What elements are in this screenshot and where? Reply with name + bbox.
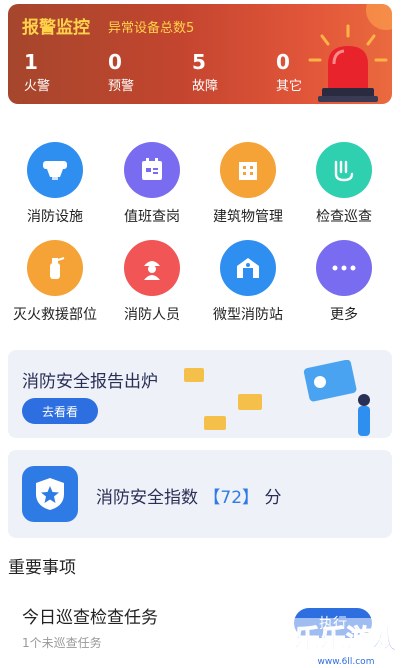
- abnormal-device-count: 异常设备总数5: [108, 21, 195, 36]
- stat-other[interactable]: 0 其它: [276, 51, 302, 94]
- grid-item-label: 微型消防站: [213, 307, 283, 323]
- fire-detector-icon: [27, 142, 83, 198]
- alarm-title: 报警监控: [22, 18, 90, 38]
- duty-calendar-icon: [124, 142, 180, 198]
- section-title-important: 重要事项: [8, 558, 76, 578]
- grid-item-mini-fire-station[interactable]: 微型消防站: [198, 240, 298, 324]
- grid-item-more[interactable]: 更多: [294, 240, 394, 324]
- grid-item-rescue-location[interactable]: 灭火救援部位: [5, 240, 105, 324]
- stat-fire-alarm[interactable]: 1 火警: [24, 51, 50, 94]
- index-prefix: 消防安全指数: [96, 488, 198, 508]
- task-subtitle: 1个未巡查任务: [22, 636, 102, 650]
- grid-item-fire-facilities[interactable]: 消防设施: [5, 142, 105, 226]
- grid-item-building-management[interactable]: 建筑物管理: [198, 142, 298, 226]
- stat-value: 0: [276, 50, 290, 74]
- firefighter-icon: [124, 240, 180, 296]
- grid-item-label: 检查巡查: [316, 209, 372, 225]
- index-value: 【72】: [203, 488, 260, 508]
- safety-report-card[interactable]: 消防安全报告出炉 去看看: [8, 350, 392, 438]
- stat-pre-alarm[interactable]: 0 预警: [108, 51, 134, 94]
- stat-label: 预警: [108, 79, 135, 94]
- fire-station-icon: [220, 240, 276, 296]
- report-illustration: [184, 360, 370, 436]
- stat-fault[interactable]: 5 故障: [192, 51, 218, 94]
- safety-index-text: 消防安全指数 【72】 分: [96, 483, 281, 508]
- index-suffix: 分: [264, 488, 282, 508]
- stat-value: 0: [108, 50, 122, 74]
- stat-value: 1: [24, 50, 38, 74]
- view-report-button[interactable]: 去看看: [22, 398, 98, 424]
- stat-label: 火警: [24, 79, 51, 94]
- safety-index-card[interactable]: 消防安全指数 【72】 分: [8, 450, 392, 538]
- stat-label: 故障: [192, 79, 219, 94]
- execute-task-button[interactable]: 执行: [294, 608, 372, 638]
- grid-item-label: 灭火救援部位: [13, 307, 97, 323]
- grid-item-duty-check[interactable]: 值班查岗: [102, 142, 202, 226]
- grid-item-label: 消防人员: [124, 307, 180, 323]
- watermark-url: www.6ll.com: [318, 657, 375, 667]
- grid-item-firefighters[interactable]: 消防人员: [102, 240, 202, 324]
- alarm-monitor-banner[interactable]: 报警监控 异常设备总数5 1 火警 0 预警 5 故障 0 其它: [8, 4, 392, 104]
- grid-item-label: 值班查岗: [124, 209, 180, 225]
- stat-label: 其它: [276, 79, 303, 94]
- shield-star-icon: [22, 466, 78, 522]
- grid-item-label: 消防设施: [27, 209, 83, 225]
- extinguisher-icon: [27, 240, 83, 296]
- siren-icon: [308, 24, 388, 102]
- grid-item-label: 更多: [330, 307, 358, 323]
- grid-item-label: 建筑物管理: [213, 209, 283, 225]
- more-icon: [316, 240, 372, 296]
- building-icon: [220, 142, 276, 198]
- stat-value: 5: [192, 50, 206, 74]
- report-title: 消防安全报告出炉: [22, 372, 158, 392]
- grid-item-inspection[interactable]: 检查巡查: [294, 142, 394, 226]
- task-title: 今日巡查检查任务: [22, 608, 158, 628]
- inspection-icon: [316, 142, 372, 198]
